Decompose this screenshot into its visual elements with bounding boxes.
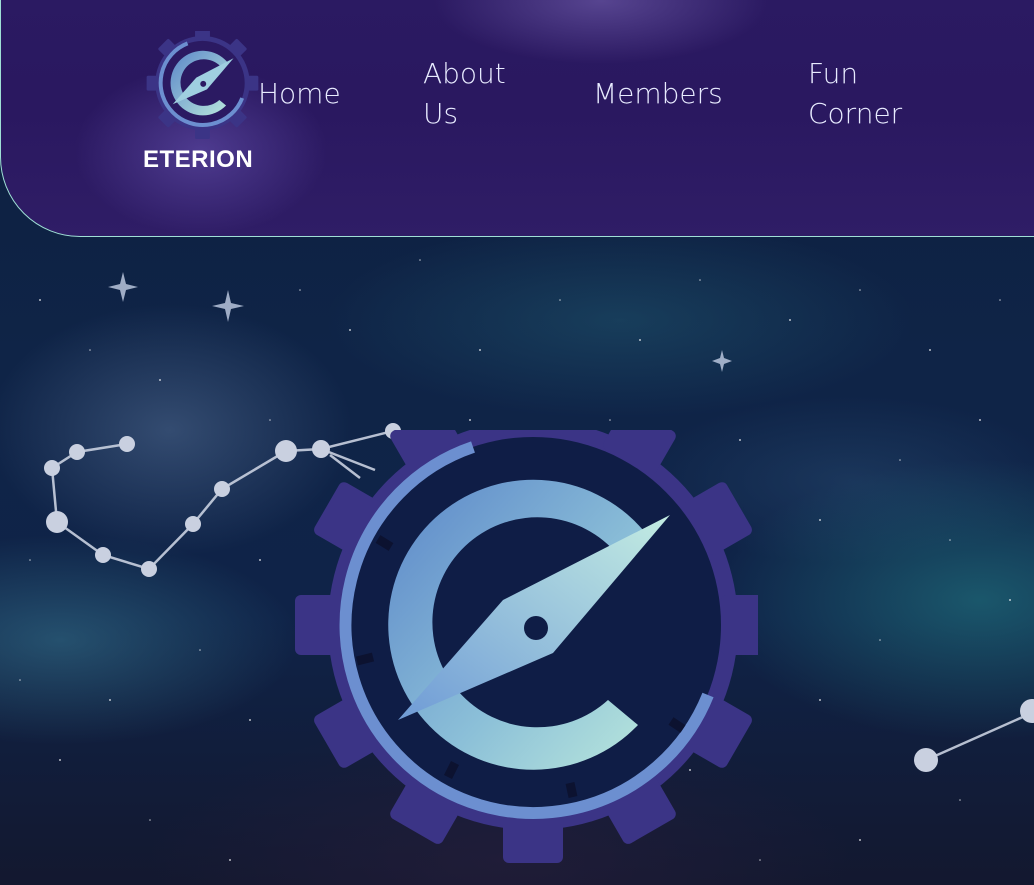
- gear-compass-logo-icon[interactable]: [141, 31, 259, 139]
- gear-compass-emblem-icon: [295, 430, 758, 863]
- nav-link-home[interactable]: Home: [258, 74, 341, 114]
- nav-link-fun-corner[interactable]: Fun Corner: [808, 54, 938, 134]
- nav-link-about-us[interactable]: About Us: [423, 54, 533, 134]
- nav-link-members[interactable]: Members: [593, 74, 723, 114]
- site-header: ETERION Home About Us Members Fun Corner: [0, 0, 1034, 237]
- brand-name[interactable]: ETERION: [143, 146, 253, 174]
